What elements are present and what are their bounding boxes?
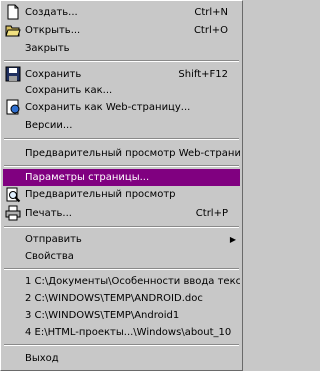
menu-item-web-preview[interactable]: Предварительный просмотр Web-страницы: [3, 144, 240, 162]
menu-item-create[interactable]: Создать... Ctrl+N: [3, 3, 240, 21]
menu-item-label: Версии...: [25, 119, 73, 131]
menu-item-label: Открыть...: [25, 24, 81, 36]
printer-icon: [5, 205, 21, 221]
menu-item-label: Печать...: [25, 207, 72, 219]
save-disk-icon: [5, 66, 21, 82]
new-document-icon: [5, 4, 21, 20]
menu-separator: [4, 268, 239, 270]
menu-separator: [4, 344, 239, 346]
menu-separator: [4, 165, 239, 167]
menu-item-label: Создать...: [25, 6, 78, 18]
menu-item-versions[interactable]: Версии...: [3, 116, 240, 134]
menu-item-label: Отправить: [25, 234, 82, 245]
menu-item-save-as-web[interactable]: Сохранить как Web-страницу...: [3, 98, 240, 116]
menu-separator: [4, 60, 239, 62]
menu-separator: [4, 226, 239, 228]
menu-item-recent-4[interactable]: 4 E:\HTML-проекты...\Windows\about_10: [3, 324, 240, 341]
menu-item-label: Сохранить: [25, 68, 82, 80]
menu-item-send-to[interactable]: Отправить ▶: [3, 231, 240, 248]
menu-item-properties[interactable]: Свойства: [3, 248, 240, 265]
menu-item-shortcut: Ctrl+O: [193, 24, 228, 36]
menu-item-label: Выход: [25, 352, 59, 364]
menu-item-shortcut: Ctrl+P: [195, 207, 228, 219]
menu-item-page-setup[interactable]: Параметры страницы...: [3, 169, 240, 186]
menu-item-recent-3[interactable]: 3 C:\WINDOWS\TEMP\Android1: [3, 307, 240, 324]
menu-item-label: 3 C:\WINDOWS\TEMP\Android1: [25, 310, 180, 321]
menu-item-recent-1[interactable]: 1 С:\Документы\Особенности ввода текста …: [3, 273, 240, 290]
menu-item-print[interactable]: Печать... Ctrl+P: [3, 204, 240, 222]
menu-item-label: Предварительный просмотр: [25, 189, 176, 200]
menu-item-label: Свойства: [25, 251, 74, 262]
menu-item-label: Сохранить как...: [25, 84, 113, 96]
submenu-arrow-icon: ▶: [229, 235, 236, 244]
open-folder-icon: [5, 22, 21, 38]
menu-item-label: Параметры страницы...: [25, 172, 150, 183]
menu-item-shortcut: Ctrl+N: [194, 6, 228, 18]
menu-item-label: 1 С:\Документы\Особенности ввода текста …: [25, 276, 240, 287]
menu-item-label: Предварительный просмотр Web-страницы: [25, 147, 240, 159]
menu-item-shortcut: Shift+F12: [178, 68, 228, 80]
menu-item-label: Закрыть: [25, 42, 70, 54]
menu-item-close[interactable]: Закрыть: [3, 39, 240, 57]
print-preview-icon: [5, 187, 21, 203]
menu-item-label: 4 E:\HTML-проекты...\Windows\about_10: [25, 327, 232, 338]
menu-item-exit[interactable]: Выход: [3, 349, 240, 367]
file-menu: Создать... Ctrl+N Открыть... Ctrl+O Закр…: [0, 0, 243, 371]
menu-item-recent-2[interactable]: 2 C:\WINDOWS\TEMP\ANDROID.doc: [3, 290, 240, 307]
menu-item-save[interactable]: Сохранить Shift+F12: [3, 65, 240, 83]
menu-item-open[interactable]: Открыть... Ctrl+O: [3, 21, 240, 39]
menu-item-save-as[interactable]: Сохранить как...: [3, 83, 240, 97]
menu-separator: [4, 138, 239, 140]
menu-item-print-preview[interactable]: Предварительный просмотр: [3, 186, 240, 203]
web-page-icon: [5, 99, 21, 115]
menu-item-label: 2 C:\WINDOWS\TEMP\ANDROID.doc: [25, 293, 203, 304]
menu-item-label: Сохранить как Web-страницу...: [25, 101, 191, 113]
